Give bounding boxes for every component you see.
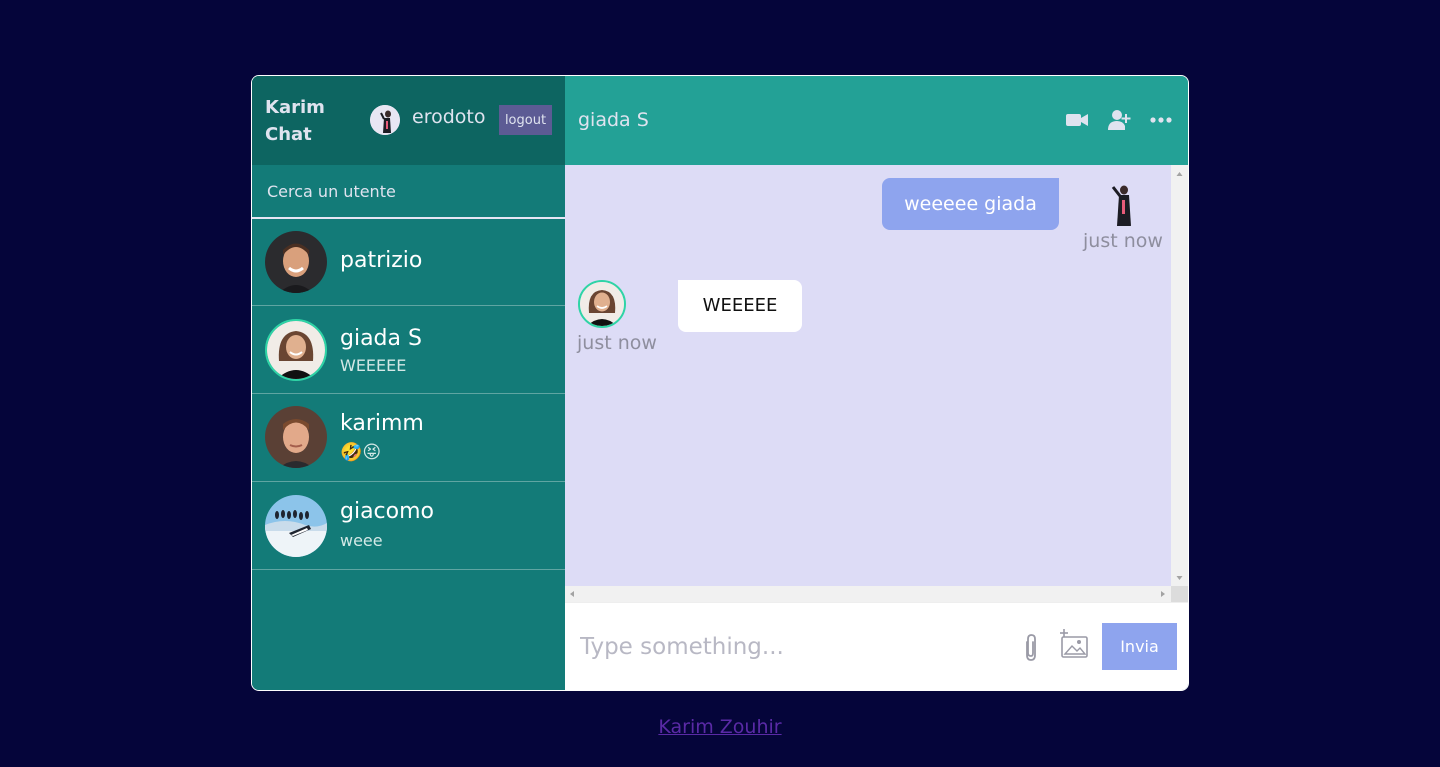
conversation-header: giada S xyxy=(565,76,1188,165)
horizontal-scrollbar[interactable] xyxy=(565,586,1172,603)
man-photo-icon xyxy=(265,231,327,293)
paperclip-icon[interactable] xyxy=(1020,633,1042,663)
search-input[interactable] xyxy=(252,165,565,217)
sender-avatar xyxy=(1097,179,1145,228)
message-input[interactable] xyxy=(580,625,1000,670)
chat-item-name: giada S xyxy=(340,326,422,351)
chat-item-giada-s[interactable]: giada S WEEEEE xyxy=(252,306,565,394)
chat-item-patrizio[interactable]: patrizio xyxy=(252,219,565,306)
footer: Karim Zouhir xyxy=(0,716,1440,738)
chat-item-giacomo[interactable]: giacomo weee xyxy=(252,482,565,570)
logout-button[interactable]: logout xyxy=(499,105,552,135)
vertical-scrollbar[interactable] xyxy=(1171,164,1188,588)
video-camera-icon[interactable] xyxy=(1065,108,1089,132)
sidebar-header: Karim Chat erodoto logout xyxy=(252,76,565,165)
add-user-icon[interactable] xyxy=(1107,108,1131,132)
message-bubble-incoming: WEEEEE xyxy=(678,279,802,332)
chat-item-name: patrizio xyxy=(340,248,423,273)
sidebar: Karim Chat erodoto logout Cerca un utent… xyxy=(252,76,565,690)
app-brand: Karim Chat xyxy=(265,97,325,145)
man-photo-icon xyxy=(265,406,327,468)
chat-item-karimm[interactable]: karimm 🤣😝 xyxy=(252,394,565,482)
send-button[interactable]: Invia xyxy=(1102,623,1177,671)
chat-item-last-message: WEEEEE xyxy=(340,356,407,375)
message-time: just now xyxy=(577,331,657,354)
user-search xyxy=(252,165,565,219)
chat-item-last-message: 🤣😝 xyxy=(340,442,382,463)
current-user-avatar xyxy=(370,105,400,135)
author-link[interactable]: Karim Zouhir xyxy=(658,716,781,738)
current-user-name: erodoto xyxy=(412,106,486,128)
more-dots-icon[interactable] xyxy=(1149,108,1173,132)
scrollbar-corner xyxy=(1171,586,1188,603)
penguins-photo-icon xyxy=(265,495,327,557)
conversation-panel: giada S weeeee giada just now WEEEEE jus… xyxy=(565,76,1188,690)
chat-item-last-message: weee xyxy=(340,531,383,550)
conversation-title: giada S xyxy=(578,109,649,131)
message-list: weeeee giada just now WEEEEE just now xyxy=(565,164,1188,603)
add-image-icon[interactable] xyxy=(1059,629,1089,659)
chat-item-name: karimm xyxy=(340,411,424,436)
message-time: just now xyxy=(1083,229,1163,252)
message-composer: Invia xyxy=(565,602,1188,690)
chat-app-window: Karim Chat erodoto logout Cerca un utent… xyxy=(251,75,1189,691)
chat-item-name: giacomo xyxy=(340,499,435,524)
message-bubble-outgoing: weeeee giada xyxy=(882,177,1059,230)
woman-photo-icon xyxy=(265,319,327,381)
woman-photo-icon xyxy=(578,279,626,328)
chat-list: patrizio giada S WEEEEE karimm 🤣😝 giacom… xyxy=(252,219,565,570)
